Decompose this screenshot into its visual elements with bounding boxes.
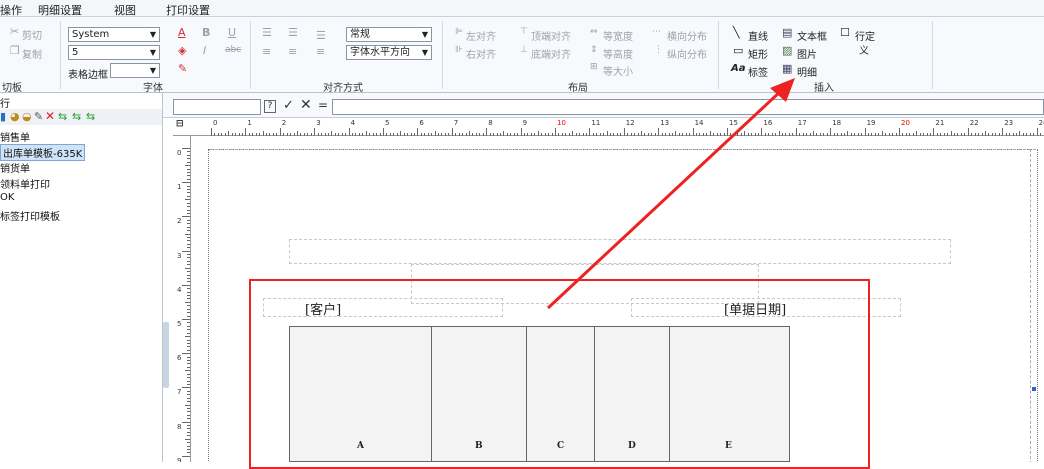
annotation-arrow [546, 78, 795, 310]
arrow-shaft [546, 88, 784, 310]
